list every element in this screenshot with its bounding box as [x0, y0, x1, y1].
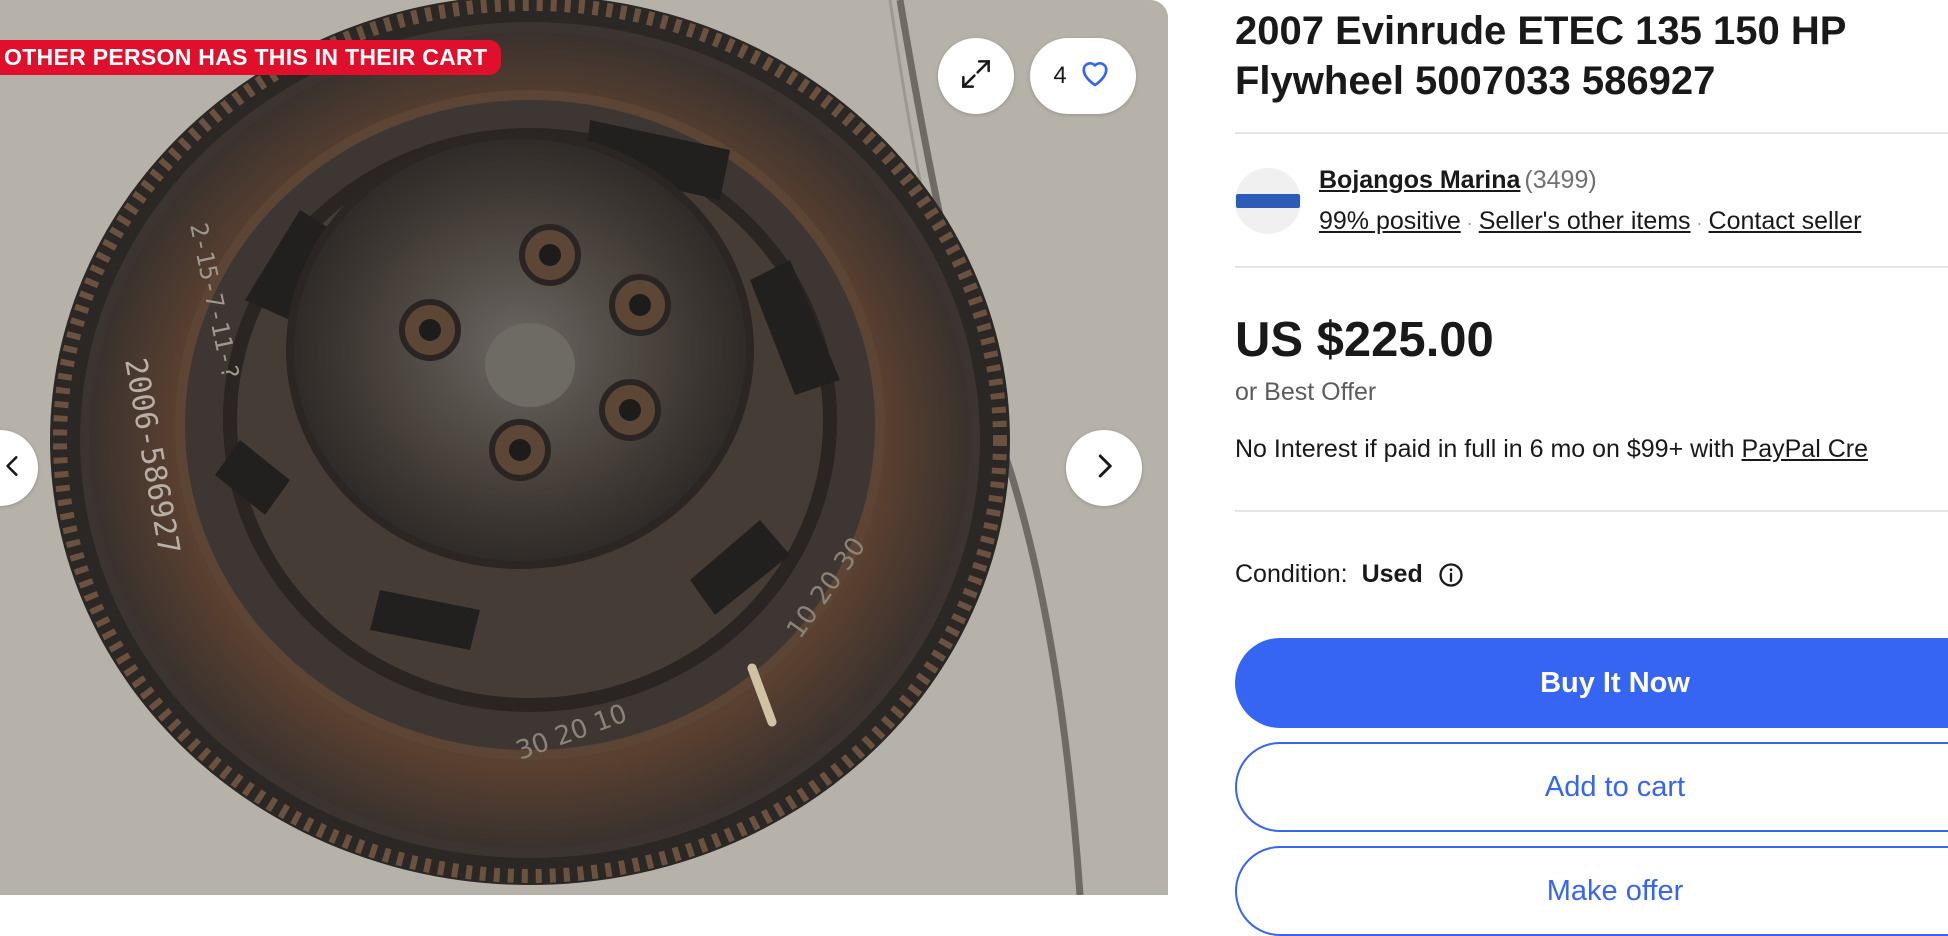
best-offer-text: or Best Offer	[1235, 378, 1377, 406]
info-icon[interactable]	[1437, 561, 1465, 589]
add-to-cart-button[interactable]: Add to cart	[1235, 742, 1948, 832]
separator-dot: ·	[1466, 213, 1473, 233]
watch-button[interactable]: 4	[1030, 38, 1136, 114]
seller-feedback-count: (3499)	[1524, 166, 1597, 194]
seller-name-link[interactable]: Bojangos Marina	[1319, 166, 1520, 194]
make-offer-button[interactable]: Make offer	[1235, 846, 1948, 936]
expand-image-button[interactable]	[938, 38, 1014, 114]
product-photo[interactable]: 2006-586927 2-15-7-11-? 30 20 10 10 20 3…	[0, 0, 1168, 895]
heart-icon	[1077, 55, 1113, 98]
paypal-credit-link[interactable]: PayPal Cre	[1742, 435, 1868, 463]
next-image-button[interactable]	[1066, 430, 1142, 506]
chevron-left-icon	[0, 453, 26, 484]
financing-text: No Interest if paid in full in 6 mo on $…	[1235, 435, 1742, 463]
listing-title: 2007 Evinrude ETEC 135 150 HP Flywheel 5…	[1235, 9, 1846, 103]
divider	[1235, 266, 1948, 268]
separator-dot: ·	[1696, 213, 1703, 233]
seller-links: 99% positive · Seller's other items · Contac…	[1319, 203, 1861, 241]
listing-info-panel: 2007 Evinrude ETEC 135 150 HP Flywheel 5…	[1235, 0, 1948, 936]
divider	[1235, 132, 1948, 134]
expand-icon	[957, 55, 995, 98]
financing-offer: No Interest if paid in full in 6 mo on $…	[1235, 435, 1868, 464]
seller-positive-link[interactable]: 99% positive	[1319, 207, 1461, 235]
buy-it-now-button[interactable]: Buy It Now	[1235, 638, 1948, 728]
seller-avatar[interactable]	[1235, 168, 1301, 234]
watch-count: 4	[1053, 62, 1067, 89]
seller-other-items-link[interactable]: Seller's other items	[1479, 207, 1691, 235]
chevron-right-icon	[1089, 451, 1119, 486]
seller-logo	[1236, 194, 1300, 208]
item-price: US $225.00	[1235, 313, 1494, 367]
image-gallery: 2006-586927 2-15-7-11-? 30 20 10 10 20 3…	[0, 0, 1168, 895]
condition-row: Condition: Used	[1235, 560, 1465, 589]
cart-alert-banner: OTHER PERSON HAS THIS IN THEIR CART	[0, 40, 502, 75]
divider	[1235, 510, 1948, 512]
condition-value: Used	[1361, 560, 1423, 588]
seller-name-row: Bojangos Marina (3499)	[1319, 162, 1597, 198]
condition-label: Condition:	[1235, 560, 1348, 588]
contact-seller-link[interactable]: Contact seller	[1709, 207, 1862, 235]
